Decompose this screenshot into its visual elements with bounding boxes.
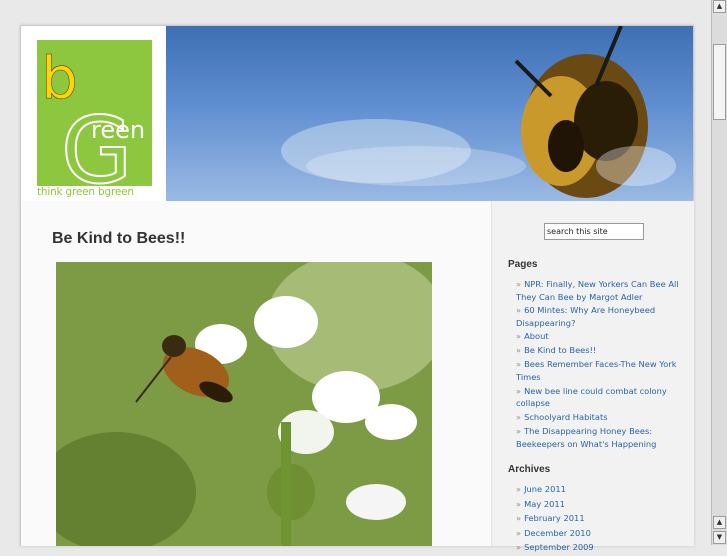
search-input[interactable] <box>544 223 644 240</box>
archive-link[interactable]: June 2011 <box>524 484 566 494</box>
page-container: b G reen think green bgreen Be Kind to B… <box>20 25 694 552</box>
post-image <box>56 262 432 546</box>
list-item[interactable]: NPR: Finally, New Yorkers Can Bee All Th… <box>516 278 680 303</box>
logo-tagline: think green bgreen <box>37 186 134 198</box>
list-item[interactable]: Bees Remember Faces-The New York Times <box>516 358 680 383</box>
logo-mark: b G reen <box>37 40 152 205</box>
list-item[interactable]: Be Kind to Bees!! <box>516 344 680 357</box>
archives-widget-title: Archives <box>508 464 551 475</box>
page-link[interactable]: About <box>524 331 549 341</box>
page-link[interactable]: 60 Mintes: Why Are Honeybeed Disappearin… <box>516 305 655 328</box>
page-link[interactable]: Bees Remember Faces-The New York Times <box>516 359 677 382</box>
post-title[interactable]: Be Kind to Bees!! <box>52 230 185 248</box>
page-link[interactable]: Be Kind to Bees!! <box>524 345 596 355</box>
arrow-up-icon[interactable]: ▲ <box>713 516 726 529</box>
sidebar: Pages NPR: Finally, New Yorkers Can Bee … <box>491 201 694 552</box>
list-item[interactable]: Schoolyard Habitats <box>516 411 680 424</box>
list-item[interactable]: June 2011 <box>516 483 680 496</box>
archive-link[interactable]: December 2010 <box>524 528 591 538</box>
site-logo[interactable]: b G reen <box>37 40 152 205</box>
list-item[interactable]: About <box>516 330 680 343</box>
archive-link[interactable]: May 2011 <box>524 499 565 509</box>
logo-area[interactable]: b G reen think green bgreen <box>21 26 166 205</box>
header-banner-image <box>166 26 693 201</box>
list-item[interactable]: February 2011 <box>516 512 680 525</box>
page-link[interactable]: Schoolyard Habitats <box>524 412 608 422</box>
list-item[interactable]: New bee line could combat colony collaps… <box>516 385 680 410</box>
arrow-up-icon[interactable]: ▲ <box>713 0 726 13</box>
list-item[interactable]: September 2009 <box>516 541 680 554</box>
page-link[interactable]: The Disappearing Honey Bees: Beekeepers … <box>516 426 656 449</box>
archive-link[interactable]: September 2009 <box>524 542 594 552</box>
vertical-scrollbar[interactable]: ▲ ▲ ▼ <box>711 0 727 545</box>
list-item[interactable]: May 2011 <box>516 498 680 511</box>
pages-list: NPR: Finally, New Yorkers Can Bee All Th… <box>516 278 680 450</box>
svg-text:reen: reen <box>91 116 145 144</box>
main-content: Be Kind to Bees!! <box>21 201 491 546</box>
pages-widget-title: Pages <box>508 259 538 270</box>
list-item[interactable]: December 2010 <box>516 527 680 540</box>
site-header: b G reen think green bgreen <box>21 26 693 205</box>
scroll-thumb[interactable] <box>713 44 726 120</box>
list-item[interactable]: The Disappearing Honey Bees: Beekeepers … <box>516 425 680 450</box>
list-item[interactable]: 60 Mintes: Why Are Honeybeed Disappearin… <box>516 304 680 329</box>
page-link[interactable]: NPR: Finally, New Yorkers Can Bee All Th… <box>516 279 679 302</box>
bee-on-flower-photo <box>56 262 432 546</box>
archive-link[interactable]: February 2011 <box>524 513 585 523</box>
page-link[interactable]: New bee line could combat colony collaps… <box>516 386 667 409</box>
arrow-down-icon[interactable]: ▼ <box>713 531 726 544</box>
bee-banner-illustration <box>281 26 676 198</box>
